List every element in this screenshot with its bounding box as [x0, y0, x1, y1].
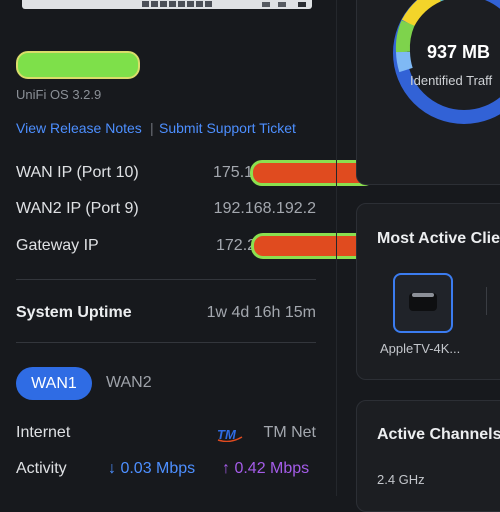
column-divider	[336, 0, 337, 496]
device-led	[298, 2, 306, 7]
device-image	[22, 0, 312, 9]
device-led	[278, 2, 286, 7]
os-version: UniFi OS 3.2.9	[16, 87, 102, 102]
donut-segment-yellow	[401, 0, 442, 27]
download-rate: ↓ 0.03 Mbps	[108, 460, 195, 478]
tab-wan1[interactable]: WAN1	[16, 367, 92, 400]
download-arrow-icon: ↓	[108, 460, 116, 477]
appletv-icon	[409, 293, 437, 311]
gateway-ip-label: Gateway IP	[16, 237, 99, 254]
download-value: 0.03 Mbps	[120, 460, 196, 477]
internet-label: Internet	[16, 424, 71, 441]
upload-value: 0.42 Mbps	[234, 460, 310, 477]
isp-logo-icon: TM	[217, 427, 243, 442]
most-active-clients-title: Most Active Clie	[377, 230, 500, 247]
wan2-ip-label: WAN2 IP (Port 9)	[16, 200, 139, 217]
client-name[interactable]: AppleTV-4K...	[380, 341, 460, 356]
uptime-value: 1w 4d 16h 15m	[206, 304, 316, 321]
divider	[16, 279, 316, 280]
wan2-ip-value: 192.168.192.2	[213, 200, 316, 217]
client-device-tile[interactable]	[393, 273, 453, 333]
device-led	[262, 2, 270, 7]
device-name-redacted	[16, 51, 140, 79]
divider	[16, 342, 316, 343]
device-ports	[142, 1, 212, 7]
donut-segment-lightblue	[396, 51, 413, 73]
support-ticket-link[interactable]: Submit Support Ticket	[159, 120, 296, 136]
traffic-total: 937 MB	[427, 42, 491, 62]
release-notes-link[interactable]: View Release Notes	[16, 120, 142, 136]
client-separator	[486, 287, 487, 315]
link-separator: |	[150, 120, 154, 136]
uptime-label: System Uptime	[16, 304, 132, 321]
traffic-label: Identified Traff	[410, 73, 493, 88]
wan-ip-value: 175.1	[213, 164, 254, 181]
wan-ip-label: WAN IP (Port 10)	[16, 164, 139, 181]
channel-band: 2.4 GHz	[377, 472, 425, 487]
active-channels-card	[356, 400, 500, 512]
tab-wan2[interactable]: WAN2	[106, 374, 152, 392]
donut-segment-green	[395, 20, 415, 53]
upload-arrow-icon: ↑	[222, 460, 230, 477]
traffic-donut-chart	[393, 0, 500, 124]
upload-rate: ↑ 0.42 Mbps	[222, 460, 309, 478]
isp-name: TM Net	[263, 424, 316, 441]
active-channels-title: Active Channels	[377, 426, 500, 443]
activity-label: Activity	[16, 460, 67, 477]
